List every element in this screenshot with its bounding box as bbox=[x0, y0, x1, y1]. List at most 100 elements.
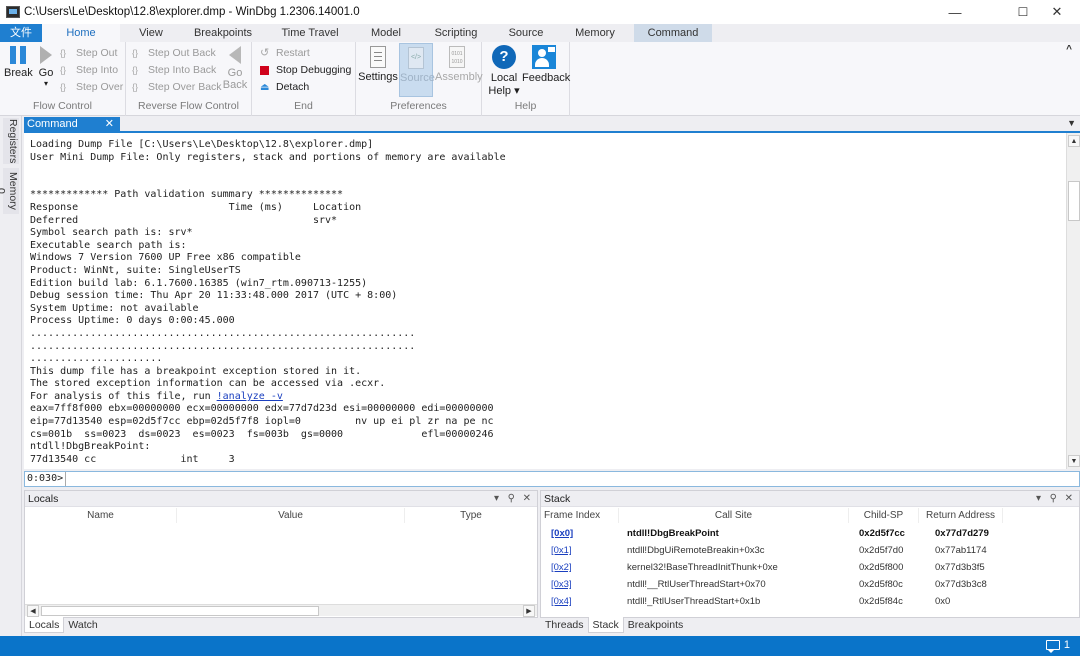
assembly-button[interactable]: 0101 1010 Assembly bbox=[435, 46, 483, 83]
step-over-button[interactable]: {} Step Over bbox=[60, 79, 123, 95]
restart-icon: ↺ bbox=[260, 47, 270, 59]
stack-column-return-address[interactable]: Return Address bbox=[919, 508, 1003, 523]
step-out-button[interactable]: {} Step Out bbox=[60, 45, 117, 61]
frame-index-link[interactable]: [0x1] bbox=[551, 542, 572, 559]
feedback-person-icon bbox=[532, 45, 556, 69]
tab-memory[interactable]: Memory bbox=[556, 24, 634, 42]
go-back-button[interactable]: Go Back bbox=[222, 46, 248, 91]
frame-index-link[interactable]: [0x4] bbox=[551, 593, 572, 610]
tab-watch[interactable]: Watch bbox=[64, 617, 101, 633]
tab-breakpoints[interactable]: Breakpoints bbox=[182, 24, 264, 42]
stack-column-call-site[interactable]: Call Site bbox=[619, 508, 849, 523]
scroll-down-icon[interactable]: ▼ bbox=[1068, 455, 1080, 467]
stop-icon bbox=[260, 62, 274, 78]
side-tab-memory[interactable]: Memory 0 bbox=[0, 168, 19, 214]
scroll-up-icon[interactable]: ▲ bbox=[1068, 135, 1080, 147]
locals-column-type[interactable]: Type bbox=[405, 508, 537, 523]
panel-dropdown-icon[interactable]: ▾ bbox=[1036, 491, 1041, 507]
side-tool-strip: Registers Memory 0 bbox=[0, 116, 22, 636]
tab-command-window[interactable]: Command ✕ bbox=[24, 117, 120, 132]
command-output-scrollbar[interactable]: ▲ ▼ bbox=[1066, 133, 1080, 469]
pin-icon[interactable]: ⚲ bbox=[1050, 491, 1057, 507]
stack-panel: Stack ▾ ⚲ ✕ Frame Index Call Site Child-… bbox=[540, 490, 1080, 618]
go-button[interactable]: Go ▾ bbox=[36, 46, 56, 88]
eject-icon: ⏏ bbox=[260, 82, 270, 93]
analyze-link[interactable]: !analyze -v bbox=[217, 391, 283, 402]
scroll-left-icon[interactable]: ◀ bbox=[27, 605, 39, 617]
status-bar: 1 bbox=[0, 636, 1080, 656]
frame-index-link[interactable]: [0x3] bbox=[551, 576, 572, 593]
close-window-button[interactable]: ✕ bbox=[1034, 0, 1080, 24]
return-address: 0x77ab1174 bbox=[935, 545, 987, 556]
locals-column-name[interactable]: Name bbox=[25, 508, 177, 523]
scroll-right-icon[interactable]: ▶ bbox=[523, 605, 535, 617]
windbg-app-icon bbox=[6, 6, 20, 18]
group-flow-control: Break Go ▾ {} Step Out {} Step Into {} Step… bbox=[0, 42, 126, 116]
stack-row[interactable]: [0x2] kernel32!BaseThreadInitThunk+0xe 0… bbox=[541, 559, 1079, 576]
command-input[interactable]: 0:030> bbox=[24, 471, 1080, 487]
notifications-button[interactable]: 1 bbox=[1045, 639, 1070, 653]
tab-home[interactable]: Home bbox=[42, 24, 120, 42]
close-command-tab-icon[interactable]: ✕ bbox=[105, 117, 114, 132]
pin-icon[interactable]: ⚲ bbox=[508, 491, 515, 507]
tab-model[interactable]: Model bbox=[356, 24, 416, 42]
stack-column-child-sp[interactable]: Child-SP bbox=[849, 508, 919, 523]
settings-button[interactable]: Settings bbox=[358, 46, 398, 83]
hscroll-thumb[interactable] bbox=[41, 606, 319, 616]
locals-hscrollbar[interactable]: ◀ ▶ bbox=[25, 604, 537, 617]
tab-locals[interactable]: Locals bbox=[24, 617, 65, 633]
tab-file[interactable]: 文件 bbox=[0, 24, 42, 42]
window-list-dropdown-icon[interactable]: ▼ bbox=[1067, 118, 1076, 128]
side-tab-registers[interactable]: Registers bbox=[3, 118, 19, 164]
tab-breakpoints-panel[interactable]: Breakpoints bbox=[624, 617, 687, 633]
go-dropdown-arrow[interactable]: ▾ bbox=[36, 79, 56, 88]
locals-panel-title: Locals bbox=[28, 493, 59, 505]
step-into-button[interactable]: {} Step Into bbox=[60, 62, 118, 78]
settings-label: Settings bbox=[358, 71, 398, 83]
output-text-after-link: eax=7ff8f000 ebx=00000000 ecx=00000000 e… bbox=[30, 403, 494, 465]
detach-label: Detach bbox=[276, 81, 310, 93]
scrollbar-thumb[interactable] bbox=[1068, 181, 1080, 221]
tab-source[interactable]: Source bbox=[496, 24, 556, 42]
local-help-button[interactable]: ? Local Help ▾ bbox=[488, 45, 520, 97]
frame-index-link[interactable]: [0x2] bbox=[551, 559, 572, 576]
close-panel-icon[interactable]: ✕ bbox=[1065, 491, 1073, 507]
restart-button[interactable]: ↺ Restart bbox=[260, 45, 310, 61]
assembly-label: Assembly bbox=[435, 71, 483, 83]
stop-debugging-label: Stop Debugging bbox=[276, 64, 352, 76]
locals-column-value[interactable]: Value bbox=[177, 508, 405, 523]
stack-row[interactable]: [0x1] ntdll!DbgUiRemoteBreakin+0x3c 0x2d… bbox=[541, 542, 1079, 559]
return-address: 0x77d3b3c8 bbox=[935, 579, 987, 590]
stack-row[interactable]: [0x4] ntdll!_RtlUserThreadStart+0x1b 0x2… bbox=[541, 593, 1079, 610]
window-title: C:\Users\Le\Desktop\12.8\explorer.dmp - … bbox=[24, 6, 360, 18]
step-out-back-button[interactable]: {} Step Out Back bbox=[132, 45, 216, 61]
stack-row[interactable]: [0x3] ntdll!__RtlUserThreadStart+0x70 0x… bbox=[541, 576, 1079, 593]
collapse-ribbon-icon[interactable]: ^ bbox=[1066, 44, 1072, 55]
go-label: Go bbox=[38, 67, 54, 79]
tab-threads[interactable]: Threads bbox=[541, 617, 588, 633]
tab-stack[interactable]: Stack bbox=[587, 617, 624, 633]
tab-scripting[interactable]: Scripting bbox=[416, 24, 496, 42]
step-over-back-button[interactable]: {} Step Over Back bbox=[132, 79, 222, 95]
stop-debugging-button[interactable]: Stop Debugging bbox=[260, 62, 351, 78]
stack-row[interactable]: [0x0] ntdll!DbgBreakPoint 0x2d5f7cc 0x77… bbox=[541, 525, 1079, 542]
source-button[interactable]: </> Source bbox=[399, 43, 435, 97]
title-bar: C:\Users\Le\Desktop\12.8\explorer.dmp - … bbox=[0, 0, 1080, 24]
step-out-icon: {} bbox=[60, 48, 67, 58]
step-into-back-button[interactable]: {} Step Into Back bbox=[132, 62, 216, 78]
frame-index-link[interactable]: [0x0] bbox=[551, 525, 573, 542]
tab-command[interactable]: Command bbox=[634, 24, 712, 42]
feedback-button[interactable]: Feedback bbox=[522, 45, 570, 84]
detach-button[interactable]: ⏏ Detach bbox=[260, 79, 309, 95]
tab-time-travel[interactable]: Time Travel bbox=[264, 24, 356, 42]
return-address: 0x0 bbox=[935, 596, 951, 607]
panel-dropdown-icon[interactable]: ▾ bbox=[494, 491, 499, 507]
tab-view[interactable]: View bbox=[120, 24, 182, 42]
break-button[interactable]: Break bbox=[4, 46, 33, 79]
call-site: ntdll!_RtlUserThreadStart+0x1b bbox=[627, 596, 761, 607]
stack-column-frame-index[interactable]: Frame Index bbox=[541, 508, 619, 523]
minimize-button[interactable]: — bbox=[932, 0, 978, 24]
close-panel-icon[interactable]: ✕ bbox=[523, 491, 531, 507]
step-into-back-label: Step Into Back bbox=[148, 64, 217, 76]
call-site: kernel32!BaseThreadInitThunk+0xe bbox=[627, 562, 778, 573]
